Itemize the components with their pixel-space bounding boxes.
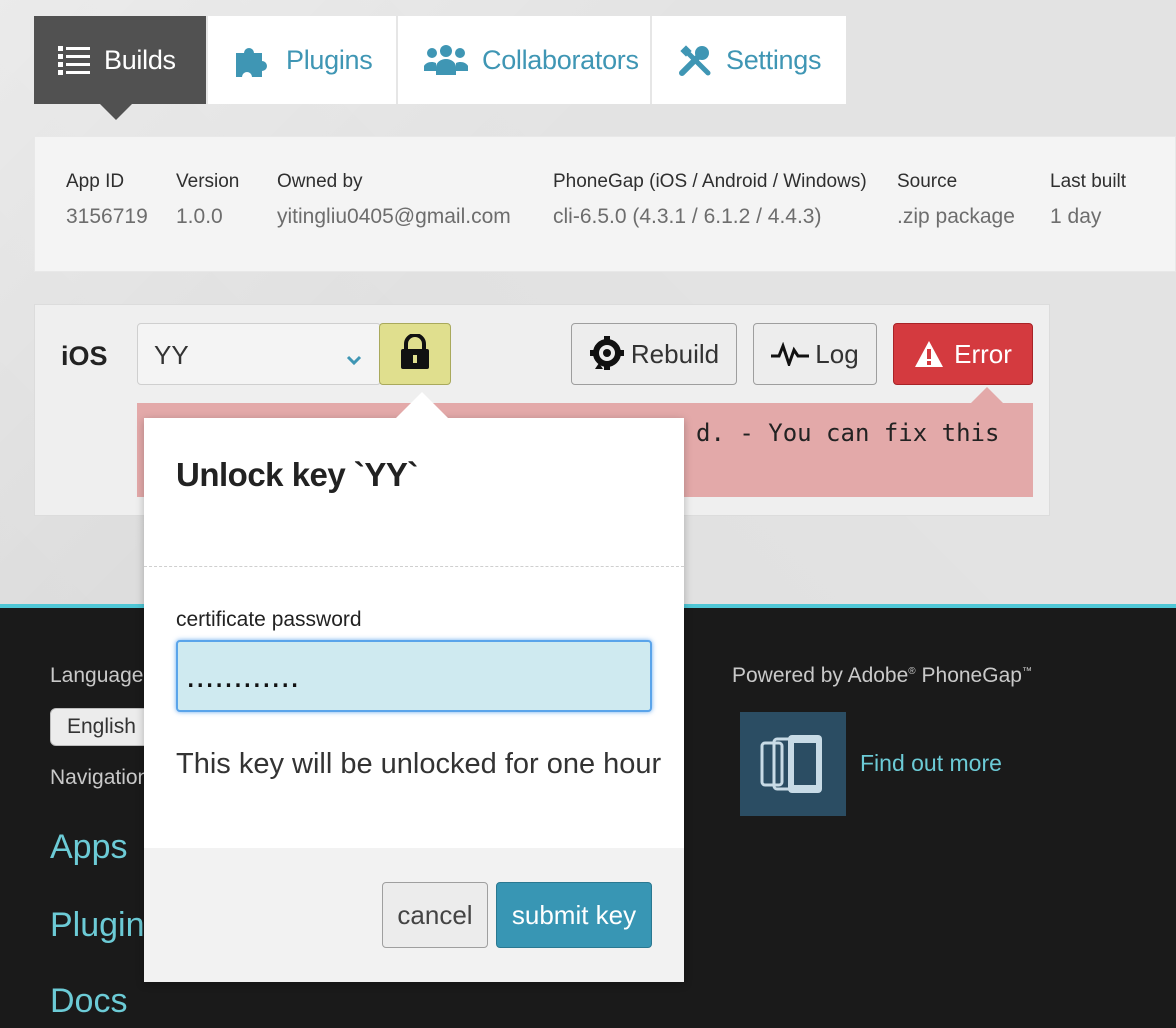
- gear-refresh-icon: [589, 335, 625, 373]
- phonegap-field: PhoneGap (iOS / Android / Windows) cli-6…: [553, 171, 867, 229]
- powered-by-prefix: Powered by Adobe: [732, 664, 909, 687]
- tab-settings-label: Settings: [726, 44, 822, 75]
- app-id-label: App ID: [66, 171, 125, 192]
- activity-icon: [771, 342, 810, 366]
- error-button[interactable]: Error: [893, 323, 1033, 385]
- app-info-panel: App ID 3156719 Version 1.0.0 Owned by yi…: [34, 136, 1176, 272]
- rebuild-label: Rebuild: [630, 338, 720, 369]
- popover-actions: cancel submit key: [144, 848, 684, 982]
- tab-collaborators-label: Collaborators: [482, 44, 639, 75]
- phonegap-value: cli-6.5.0 (4.3.1 / 6.1.2 / 4.4.3): [553, 205, 822, 228]
- signing-key-value: YY: [154, 340, 189, 370]
- popover-divider: [144, 566, 684, 567]
- certificate-password-label: certificate password: [176, 608, 362, 631]
- people-icon: [424, 41, 468, 79]
- powered-by-brand: PhoneGap: [921, 664, 1022, 687]
- unlock-key-button[interactable]: [379, 323, 451, 385]
- popover-title: Unlock key `YY`: [176, 456, 418, 493]
- source-field: Source .zip package: [897, 171, 1015, 229]
- navigation-label: Navigation: [50, 766, 150, 789]
- chevron-down-icon: [346, 344, 362, 366]
- tab-collaborators[interactable]: Collaborators: [398, 16, 652, 104]
- owner-field: Owned by yitingliu0405@gmail.com: [277, 171, 511, 229]
- app-id-value: 3156719: [66, 205, 148, 228]
- list-icon: [58, 41, 90, 79]
- error-message-visible: d. - You can fix this: [696, 419, 1000, 447]
- unlock-key-popover: Unlock key `YY` certificate password Thi…: [144, 392, 684, 982]
- puzzle-icon: [234, 41, 272, 79]
- lock-icon: [398, 332, 432, 375]
- version-field: Version 1.0.0: [176, 171, 239, 229]
- phonegap-label: PhoneGap (iOS / Android / Windows): [553, 171, 867, 192]
- language-label: Language:: [50, 664, 150, 687]
- source-label: Source: [897, 171, 958, 192]
- owner-label: Owned by: [277, 171, 363, 192]
- last-built-field: Last built 1 day: [1050, 171, 1126, 229]
- signing-key-select[interactable]: YY: [137, 323, 381, 385]
- phonegap-logo[interactable]: [740, 712, 846, 816]
- powered-by-text: Powered by Adobe® PhoneGap™: [732, 664, 1032, 687]
- platform-label: iOS: [61, 341, 108, 371]
- tab-plugins[interactable]: Plugins: [208, 16, 398, 104]
- last-built-label: Last built: [1050, 171, 1127, 192]
- tab-settings[interactable]: Settings: [652, 16, 846, 104]
- find-out-more-link[interactable]: Find out more: [860, 750, 1002, 777]
- tab-plugins-label: Plugins: [286, 44, 373, 75]
- source-value: .zip package: [897, 205, 1015, 228]
- warning-icon: [914, 340, 944, 368]
- app-id-field: App ID 3156719: [66, 171, 148, 229]
- version-label: Version: [176, 171, 240, 192]
- cancel-button[interactable]: cancel: [382, 882, 488, 948]
- wrench-icon: [678, 41, 712, 79]
- error-label: Error: [954, 338, 1012, 369]
- log-label: Log: [815, 338, 859, 369]
- log-button[interactable]: Log: [753, 323, 877, 385]
- tab-builds[interactable]: Builds: [34, 16, 208, 120]
- submit-key-button[interactable]: submit key: [496, 882, 652, 948]
- app-tabs: Builds Plugins Collaborators Settings: [34, 16, 846, 120]
- last-built-value: 1 day: [1050, 205, 1102, 228]
- tab-builds-label: Builds: [104, 44, 176, 75]
- footer-link-docs[interactable]: Docs: [50, 982, 127, 1021]
- certificate-password-input[interactable]: [176, 640, 652, 712]
- unlock-duration-note: This key will be unlocked for one hour: [176, 748, 662, 780]
- rebuild-button[interactable]: Rebuild: [571, 323, 737, 385]
- owner-value: yitingliu0405@gmail.com: [277, 205, 511, 228]
- footer-link-apps[interactable]: Apps: [50, 828, 128, 867]
- version-value: 1.0.0: [176, 205, 223, 228]
